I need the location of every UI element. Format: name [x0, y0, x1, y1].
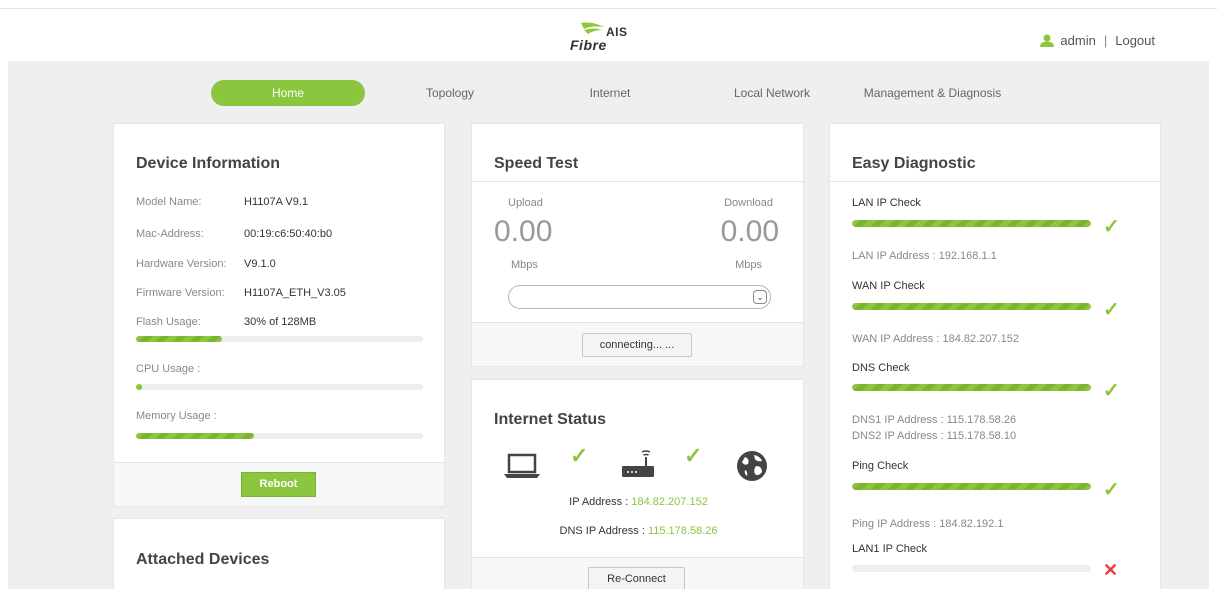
ping-check-fill [852, 483, 1091, 490]
laptop-icon [504, 453, 540, 478]
logo-ais-text: AIS [606, 25, 628, 39]
logo-swoosh-icon [581, 22, 604, 34]
wan-ip-check-bar [852, 303, 1091, 310]
cpu-usage-fill [136, 384, 142, 390]
wan-ip-check-label: WAN IP Check [852, 280, 925, 292]
lan-ip-check-label: LAN IP Check [852, 197, 921, 209]
ping-check-bar [852, 483, 1091, 490]
info-label: Flash Usage: [136, 316, 201, 328]
attached-devices-card: Attached Devices [113, 518, 445, 589]
dns1-ip-address: DNS1 IP Address : 115.178.58.26 [852, 414, 1017, 426]
lan-ip-check-bar [852, 220, 1091, 227]
easy-diagnostic-card: Easy Diagnostic LAN IP Check ✓ LAN IP Ad… [829, 123, 1161, 589]
info-label: Mac-Address: [136, 228, 204, 240]
chevron-down-icon: ⌄ [753, 290, 767, 304]
easy-diagnostic-divider [830, 181, 1160, 182]
ping-ip-address: Ping IP Address : 184.82.192.1 [852, 518, 1004, 530]
nav-topology[interactable]: Topology [410, 80, 490, 106]
lan-ip-check-icon: ✓ [1103, 216, 1120, 238]
lan-ip-address: LAN IP Address : 192.168.1.1 [852, 250, 997, 262]
nav-local-network[interactable]: Local Network [720, 80, 824, 106]
lan1-ip-check-label: LAN1 IP Check [852, 543, 928, 555]
cpu-usage-bar [136, 384, 423, 390]
memory-usage-bar [136, 433, 423, 439]
speed-test-server-select[interactable]: ⌄ [508, 285, 771, 309]
header: AIS Fibre admin | Logout [0, 9, 1217, 61]
upload-unit: Mbps [511, 259, 538, 271]
info-label: Model Name: [136, 196, 202, 208]
info-value: H1107A_ETH_V3.05 [244, 287, 346, 299]
nav-home[interactable]: Home [211, 80, 365, 106]
nav-internet[interactable]: Internet [575, 80, 645, 106]
dns-check-fill [852, 384, 1091, 391]
globe-icon [737, 451, 767, 481]
info-value: 00:19:c6:50:40:b0 [244, 228, 333, 240]
cpu-usage-label: CPU Usage : [136, 363, 201, 375]
speed-test-title: Speed Test [494, 155, 579, 172]
info-value: V9.1.0 [244, 258, 276, 270]
ip-address-line: IP Address : 184.82.207.152 [472, 496, 805, 508]
username[interactable]: admin [1060, 33, 1095, 48]
reboot-button[interactable]: Reboot [241, 472, 316, 497]
lan1-ip-check-bar [852, 565, 1091, 572]
internet-status-title: Internet Status [494, 411, 607, 428]
user-area: admin | Logout [1040, 33, 1155, 48]
flash-usage-fill [136, 336, 223, 342]
dns2-ip-address: DNS2 IP Address : 115.178.58.10 [852, 430, 1017, 442]
info-value: H1107A V9.1 [244, 196, 309, 208]
internet-status-footer: Re-Connect [472, 557, 803, 589]
memory-usage-label: Memory Usage : [136, 410, 217, 422]
upload-value: 0.00 [494, 215, 553, 248]
internet-status-card: Internet Status ✓ ✓ IP Address : 184.82.… [471, 379, 804, 589]
ping-check-icon: ✓ [1103, 479, 1120, 501]
memory-usage-fill [136, 433, 254, 439]
header-separator: | [1103, 33, 1108, 48]
router-icon [622, 450, 654, 477]
info-label: Hardware Version: [136, 258, 227, 270]
lan-ip-check-fill [852, 220, 1091, 227]
info-label: Firmware Version: [136, 287, 225, 299]
logo-fibre-text: Fibre [570, 37, 607, 53]
connecting-button[interactable]: connecting... ... [582, 333, 692, 357]
ip-address-label: IP Address : [569, 496, 632, 508]
check-icon: ✓ [570, 443, 589, 468]
dns-address-value: 115.178.58.26 [647, 525, 718, 537]
info-value: 30% of 128MB [244, 316, 317, 328]
dns-address-label: DNS IP Address : [559, 525, 648, 537]
user-icon [1040, 34, 1055, 47]
download-label: Download [724, 197, 773, 209]
wan-ip-check-icon: ✓ [1103, 299, 1120, 321]
speed-test-footer: connecting... ... [472, 322, 803, 366]
logout-link[interactable]: Logout [1115, 33, 1155, 48]
re-connect-button[interactable]: Re-Connect [588, 567, 685, 589]
nav-management-diagnosis[interactable]: Management & Diagnosis [850, 80, 1015, 106]
device-information-title: Device Information [136, 155, 281, 172]
dns-check-bar [852, 384, 1091, 391]
dns-check-icon: ✓ [1103, 380, 1120, 402]
dns-address-line: DNS IP Address : 115.178.58.26 [472, 525, 805, 537]
device-information-footer: Reboot [114, 462, 444, 506]
speed-test-card: Speed Test Upload Download 0.00 0.00 Mbp… [471, 123, 804, 367]
wan-ip-address: WAN IP Address : 184.82.207.152 [852, 333, 1019, 345]
check-icon: ✓ [684, 443, 703, 468]
dns-check-label: DNS Check [852, 362, 910, 374]
device-information-card: Device Information Model Name: H1107A V9… [113, 123, 445, 507]
attached-devices-title: Attached Devices [136, 551, 270, 568]
download-unit: Mbps [735, 259, 762, 271]
lan1-ip-check-fail-icon: ✕ [1103, 560, 1119, 580]
upload-label: Upload [508, 197, 543, 209]
flash-usage-bar [136, 336, 423, 342]
speed-test-divider [472, 181, 803, 182]
easy-diagnostic-title: Easy Diagnostic [852, 155, 976, 172]
ais-fibre-logo[interactable]: AIS Fibre [566, 21, 636, 57]
ip-address-value: 184.82.207.152 [631, 496, 708, 508]
download-value: 0.00 [720, 215, 779, 248]
wan-ip-check-fill [852, 303, 1091, 310]
ping-check-label: Ping Check [852, 460, 909, 472]
